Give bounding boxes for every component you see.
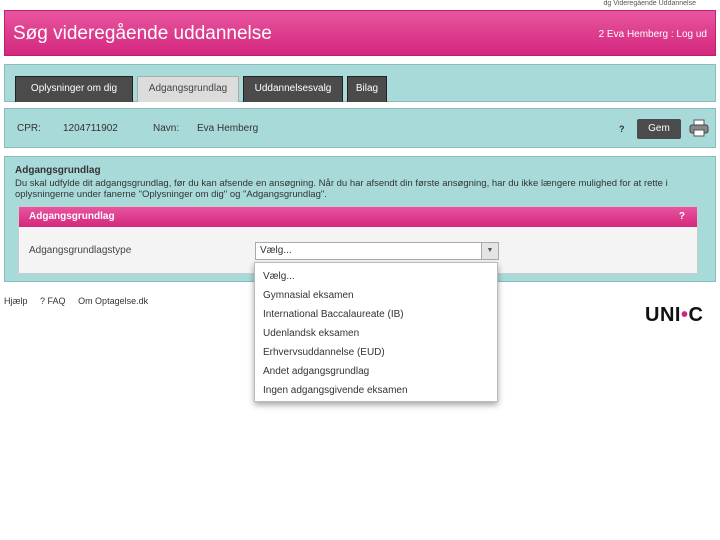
select-value: Vælg... (260, 245, 292, 256)
tab-bar: Oplysninger om dig Adgangsgrundlag Uddan… (4, 64, 716, 102)
select-dropdown-list[interactable]: Vælg... Gymnasial eksamen International … (254, 262, 498, 402)
uni-c-logo: UNI•C (645, 304, 704, 326)
help-icon[interactable]: ? (619, 124, 625, 134)
footer-optagelse-link[interactable]: Om Optagelse.dk (78, 296, 148, 306)
dropdown-option[interactable]: Ingen adgangsgivende eksamen (263, 385, 408, 396)
chevron-down-icon[interactable]: ▼ (481, 243, 498, 259)
panel-title: Adgangsgrundlag (29, 211, 115, 222)
user-logout-link[interactable]: 2 Eva Hemberg : Log ud (599, 29, 707, 40)
footer-help-link[interactable]: Hjælp (4, 296, 28, 306)
cpr-label: CPR: (17, 123, 41, 134)
section-heading: Adgangsgrundlag (15, 165, 101, 176)
app-header: Søg videregående uddannelse 2 Eva Hember… (4, 10, 716, 56)
panel-header: Adgangsgrundlag ? (19, 207, 697, 227)
adgangsgrundlagstype-select[interactable]: Vælg... ▼ (255, 242, 499, 260)
dropdown-option[interactable]: Udenlandsk eksamen (263, 328, 359, 339)
page-title: Søg videregående uddannelse (13, 23, 272, 44)
section-description: Du skal udfylde dit adgangsgrundlag, før… (15, 178, 668, 200)
dropdown-option[interactable]: Gymnasial eksamen (263, 290, 354, 301)
tab-uddannelsesvalg[interactable]: Uddannelsesvalg (243, 76, 343, 102)
dropdown-option[interactable]: Vælg... (263, 271, 295, 282)
dropdown-option[interactable]: International Baccalaureate (IB) (263, 309, 404, 320)
tab-adgangsgrundlag[interactable]: Adgangsgrundlag (137, 76, 239, 102)
tab-bilag[interactable]: Bilag (347, 76, 387, 102)
name-label: Navn: (153, 123, 180, 134)
cpr-value: 1204711902 (63, 123, 118, 134)
adgangsgrundlagstype-label: Adgangsgrundlagstype (29, 245, 132, 256)
top-link[interactable]: dg Videregående Uddannelse (603, 0, 696, 7)
printer-icon[interactable] (689, 119, 709, 137)
panel-help-icon[interactable]: ? (679, 207, 685, 227)
tab-oplysninger[interactable]: Oplysninger om dig (15, 76, 133, 102)
save-button[interactable]: Gem (637, 119, 681, 139)
applicant-info-bar: CPR: 1204711902 Navn: Eva Hemberg ? Gem (4, 108, 716, 148)
footer-faq-link[interactable]: ? FAQ (40, 296, 66, 306)
footer-links: Hjælp ? FAQ Om Optagelse.dk (4, 296, 158, 306)
dropdown-option[interactable]: Andet adgangsgrundlag (263, 366, 369, 377)
dropdown-option[interactable]: Erhvervsuddannelse (EUD) (263, 347, 385, 358)
name-value: Eva Hemberg (197, 123, 259, 134)
